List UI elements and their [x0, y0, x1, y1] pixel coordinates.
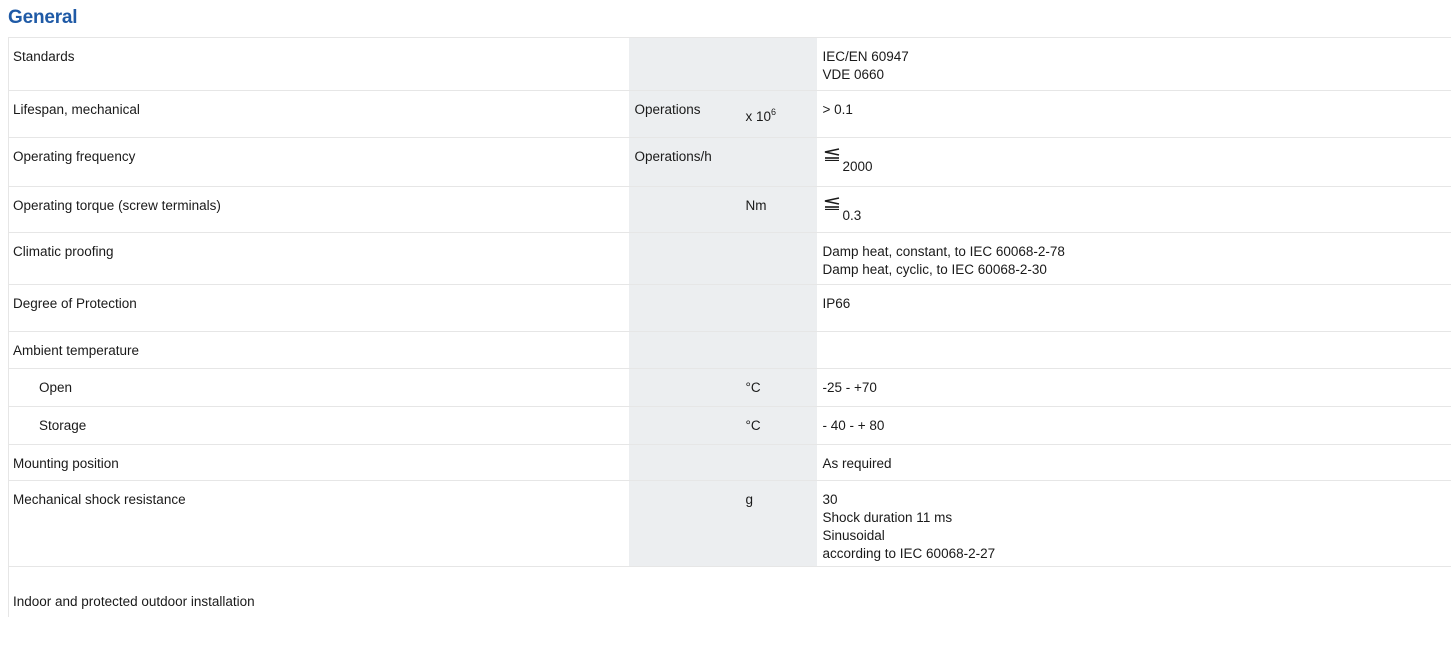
value-line: 2000 [842, 159, 873, 174]
row-unit [628, 331, 742, 369]
row-unit [628, 480, 742, 567]
row-unit [628, 406, 742, 445]
row-value: - 40 - + 80 [816, 406, 1451, 445]
row-multiplier: Nm [741, 186, 817, 233]
value-line: VDE 0660 [822, 67, 885, 82]
value-line: 0.3 [842, 208, 862, 223]
value-line: Damp heat, cyclic, to IEC 60068-2-30 [822, 262, 1047, 277]
table-row: Operating torque (screw terminals) Nm 0.… [8, 186, 1451, 233]
row-unit [628, 444, 742, 481]
row-label: Lifespan, mechanical [8, 90, 629, 138]
row-unit [628, 186, 742, 233]
row-label: Mechanical shock resistance [8, 480, 629, 567]
value-line: > 0.1 [822, 102, 853, 117]
value-line: - 40 - + 80 [822, 418, 885, 433]
value-line: IEC/EN 60947 [822, 49, 909, 64]
row-label: Ambient temperature [8, 331, 629, 369]
row-multiplier: °C [741, 368, 817, 407]
multiplier-base: x 10 [745, 109, 772, 124]
row-multiplier [741, 284, 817, 332]
value-line: As required [822, 456, 892, 471]
row-label: Storage [8, 406, 629, 445]
table-row: Indoor and protected outdoor installatio… [8, 566, 1451, 617]
row-multiplier: x 106 [741, 90, 817, 138]
row-multiplier [741, 232, 817, 285]
row-value: 2000 [816, 137, 1451, 187]
row-value: IP66 [816, 284, 1451, 332]
row-multiplier [741, 444, 817, 481]
value-line: -25 - +70 [822, 380, 877, 395]
row-multiplier [741, 331, 817, 369]
row-label: Operating torque (screw terminals) [8, 186, 629, 233]
row-value [816, 331, 1451, 369]
row-value: 30 Shock duration 11 ms Sinusoidal accor… [816, 480, 1451, 567]
less-than-or-equal-icon [824, 148, 839, 161]
table-row: Mounting position As required [8, 444, 1451, 481]
value-line: 30 [822, 492, 838, 507]
row-value: IEC/EN 60947 VDE 0660 [816, 37, 1451, 91]
value-line: IP66 [822, 296, 851, 311]
row-multiplier: g [741, 480, 817, 567]
table-row: Open °C -25 - +70 [8, 368, 1451, 407]
multiplier-exponent: 6 [771, 107, 777, 117]
spec-table: Standards IEC/EN 60947 VDE 0660 Lifespan… [8, 37, 1451, 617]
value-line: Damp heat, constant, to IEC 60068-2-78 [822, 244, 1065, 259]
row-unit [628, 232, 742, 285]
table-row: Degree of Protection IP66 [8, 284, 1451, 332]
row-label: Climatic proofing [8, 232, 629, 285]
row-label: Degree of Protection [8, 284, 629, 332]
row-unit [628, 284, 742, 332]
row-multiplier [741, 37, 817, 91]
row-unit: Operations/h [628, 137, 742, 187]
value-line: Shock duration 11 ms [822, 510, 953, 525]
row-value: As required [816, 444, 1451, 481]
value-line: according to IEC 60068-2-27 [822, 546, 996, 561]
less-than-or-equal-icon [824, 197, 839, 210]
value-line: Sinusoidal [822, 528, 885, 543]
table-row: Storage °C - 40 - + 80 [8, 406, 1451, 445]
table-row: Climatic proofing Damp heat, constant, t… [8, 232, 1451, 285]
footer-note: Indoor and protected outdoor installatio… [8, 566, 1451, 617]
row-multiplier: °C [741, 406, 817, 445]
row-label: Operating frequency [8, 137, 629, 187]
table-row: Mechanical shock resistance g 30 Shock d… [8, 480, 1451, 567]
row-label: Open [8, 368, 629, 407]
row-multiplier [741, 137, 817, 187]
table-row: Standards IEC/EN 60947 VDE 0660 [8, 37, 1451, 91]
table-row: Ambient temperature [8, 331, 1451, 369]
table-row: Lifespan, mechanical Operations x 106 > … [8, 90, 1451, 138]
section-title: General [8, 7, 78, 28]
row-label: Standards [8, 37, 629, 91]
row-value: 0.3 [816, 186, 1451, 233]
table-row: Operating frequency Operations/h 2000 [8, 137, 1451, 187]
row-unit [628, 37, 742, 91]
row-value: -25 - +70 [816, 368, 1451, 407]
row-label: Mounting position [8, 444, 629, 481]
row-value: > 0.1 [816, 90, 1451, 138]
row-unit [628, 368, 742, 407]
row-unit: Operations [628, 90, 742, 138]
row-value: Damp heat, constant, to IEC 60068-2-78 D… [816, 232, 1451, 285]
